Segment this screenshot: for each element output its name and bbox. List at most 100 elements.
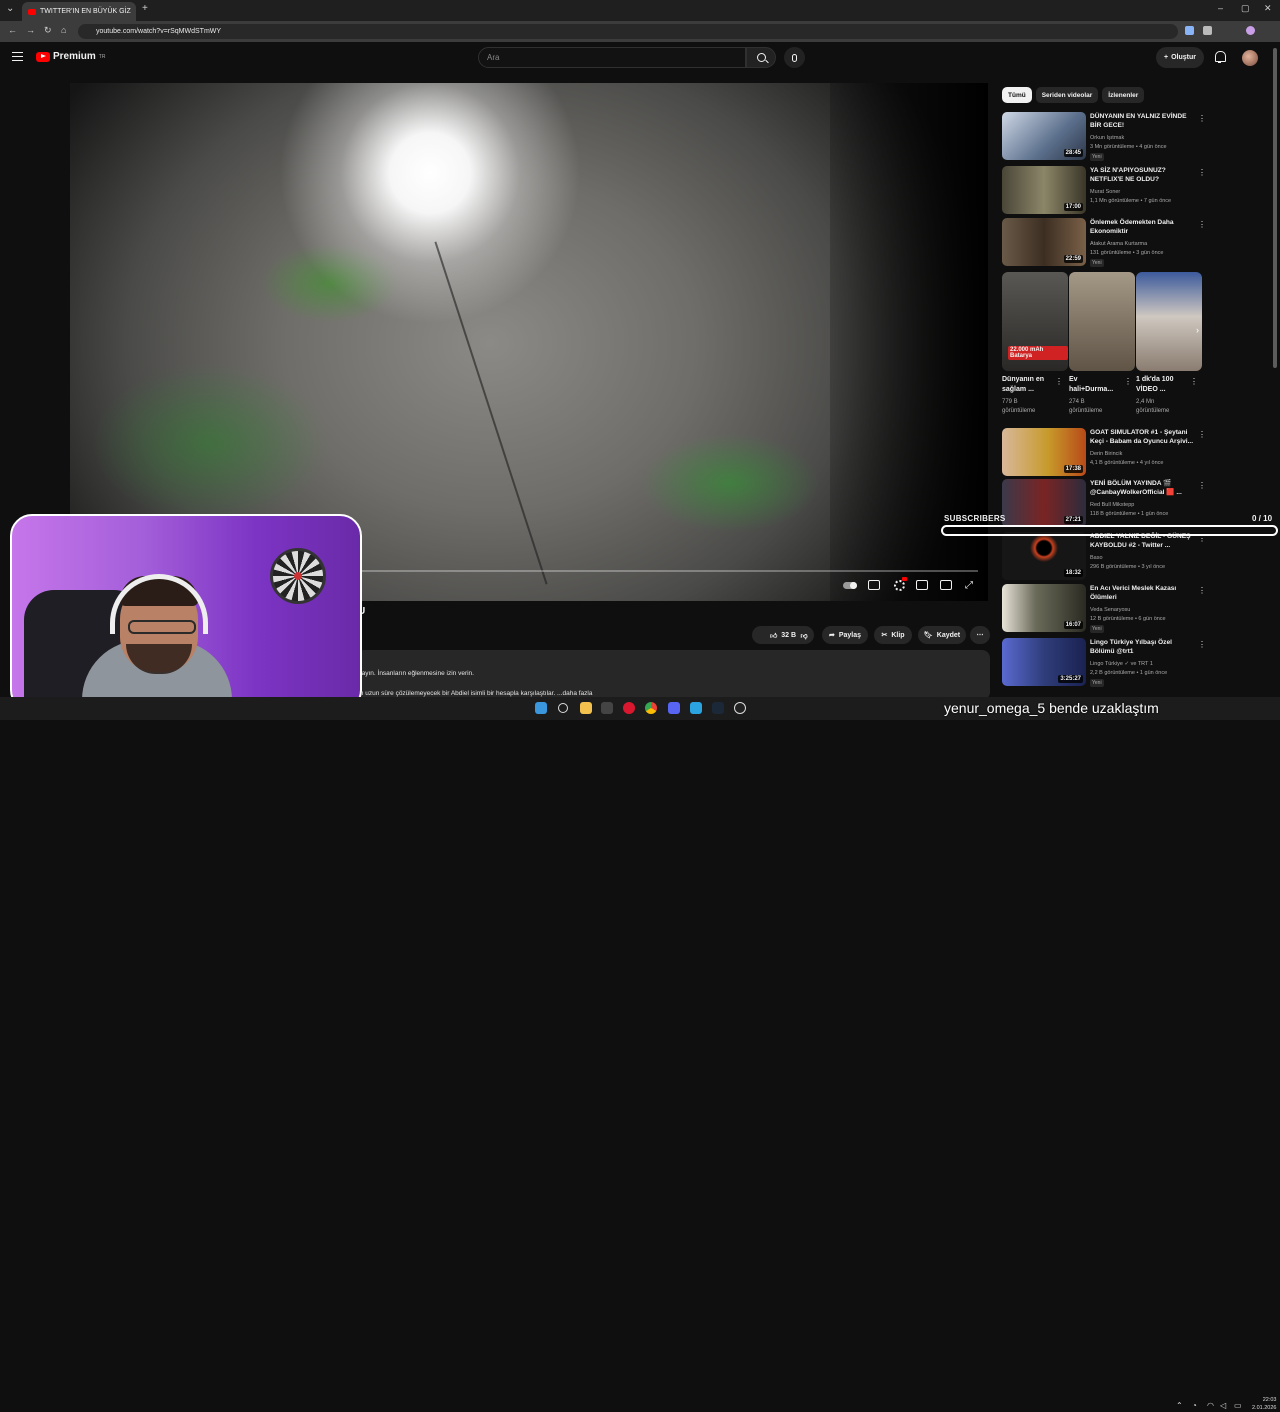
- battery-icon[interactable]: ▭: [1234, 1401, 1242, 1410]
- recommended-video[interactable]: 22:59 Önlemek Ödemekten Daha Ekonomiktir…: [1002, 218, 1212, 267]
- profile-icon[interactable]: [1246, 26, 1255, 35]
- video-progress-bar[interactable]: [360, 570, 978, 572]
- video-thumbnail[interactable]: 28:45: [1002, 112, 1086, 160]
- more-vertical-icon[interactable]: ⋮: [1198, 481, 1206, 490]
- more-vertical-icon[interactable]: ⋮: [1198, 586, 1206, 595]
- youtube-logo[interactable]: Premium TR: [36, 51, 105, 62]
- more-actions-button[interactable]: ⋯: [970, 626, 990, 644]
- video-thumbnail[interactable]: 18:32: [1002, 532, 1086, 580]
- wifi-icon[interactable]: ◠: [1207, 1401, 1214, 1410]
- tab-search-icon[interactable]: ⌄: [6, 3, 14, 14]
- recommended-video[interactable]: 16:07 En Acı Verici Meslek Kazası Ölümle…: [1002, 584, 1212, 633]
- subtitles-icon[interactable]: [868, 580, 880, 590]
- url-input[interactable]: youtube.com/watch?v=rSqMWdSTmWY: [78, 24, 1178, 39]
- video-title[interactable]: Lingo Türkiye Yılbaşı Özel Bölümü @trt1: [1090, 638, 1194, 656]
- more-vertical-icon[interactable]: ⋮: [1190, 377, 1198, 386]
- chevron-right-icon[interactable]: ›: [1196, 325, 1199, 335]
- video-thumbnail[interactable]: 3:25:27: [1002, 638, 1086, 686]
- chip-all[interactable]: Tümü: [1002, 87, 1032, 103]
- short-title[interactable]: Dünyanın en sağlam ...: [1002, 375, 1056, 395]
- recommended-video[interactable]: 27:21 YENİ BÖLÜM YAYINDA 🎬 @CanbayWolker…: [1002, 479, 1212, 527]
- maximize-icon[interactable]: ▢: [1241, 3, 1250, 14]
- short-title[interactable]: 1 dk'da 100 VİDEO ...: [1136, 375, 1190, 395]
- chip-watched[interactable]: İzlenenler: [1102, 87, 1145, 103]
- video-title[interactable]: DÜNYANIN EN YALNIZ EVİNDE BİR GECE!: [1090, 112, 1194, 130]
- avatar[interactable]: [1242, 50, 1258, 66]
- chevron-up-icon[interactable]: ⌃: [1176, 1401, 1183, 1410]
- back-icon[interactable]: ←: [8, 25, 17, 35]
- browser-tab[interactable]: TWITTER'IN EN BÜYÜK GİZ: [22, 2, 136, 21]
- video-description[interactable]: nayın. İnsanların eğlenmesine izin verin…: [356, 650, 990, 700]
- short-thumbnail[interactable]: [1136, 272, 1202, 371]
- cast-icon[interactable]: [940, 580, 952, 590]
- more-vertical-icon[interactable]: ⋮: [1124, 377, 1132, 386]
- video-thumbnail[interactable]: 17:00: [1002, 166, 1086, 214]
- miniplayer-icon[interactable]: [916, 580, 928, 590]
- recommended-video[interactable]: 17:00 YA SİZ N'APIYOSUNUZ? NETFLIX'E NE …: [1002, 166, 1212, 214]
- start-icon[interactable]: [535, 702, 547, 714]
- chip-series[interactable]: Seriden videolar: [1035, 87, 1099, 103]
- new-tab-icon[interactable]: +: [142, 3, 148, 14]
- channel-name[interactable]: Red Bull Mikstepp: [1090, 502, 1134, 508]
- channel-name[interactable]: Murat Soner: [1090, 189, 1120, 195]
- extension-icon[interactable]: [1203, 26, 1212, 35]
- steam-icon[interactable]: [712, 702, 724, 714]
- video-thumbnail[interactable]: 27:21: [1002, 479, 1086, 527]
- minimize-icon[interactable]: –: [1218, 3, 1223, 13]
- forward-icon[interactable]: →: [26, 25, 35, 35]
- notifications-bell-icon[interactable]: [1214, 51, 1226, 63]
- reload-icon[interactable]: ↻: [44, 25, 52, 36]
- close-window-icon[interactable]: ✕: [1264, 3, 1272, 14]
- dislike-button[interactable]: 👎︎: [794, 626, 814, 644]
- menu-icon[interactable]: [12, 52, 23, 61]
- video-title[interactable]: GOAT SIMULATOR #1 - Şeytani Keçi - Babam…: [1090, 428, 1194, 446]
- volume-icon[interactable]: ◁: [1220, 1401, 1226, 1410]
- search-button[interactable]: [746, 47, 776, 68]
- channel-name[interactable]: Baso: [1090, 555, 1103, 561]
- obs-icon[interactable]: [734, 702, 746, 714]
- short-title[interactable]: Ev hali+Durma...: [1069, 375, 1123, 395]
- clip-button[interactable]: ✂ Klip: [874, 626, 912, 644]
- more-vertical-icon[interactable]: ⋮: [1198, 114, 1206, 123]
- more-vertical-icon[interactable]: ⋮: [1198, 430, 1206, 439]
- save-button[interactable]: 🔖︎ Kaydet: [918, 626, 966, 644]
- more-vertical-icon[interactable]: ⋮: [1198, 168, 1206, 177]
- video-thumbnail[interactable]: 22:59: [1002, 218, 1086, 266]
- telegram-icon[interactable]: [690, 702, 702, 714]
- more-vertical-icon[interactable]: ⋮: [1055, 377, 1063, 386]
- create-button[interactable]: + Oluştur: [1156, 47, 1204, 68]
- home-icon[interactable]: ⌂: [61, 25, 66, 35]
- short-thumbnail[interactable]: [1069, 272, 1135, 371]
- app-icon[interactable]: [601, 702, 613, 714]
- voice-search-button[interactable]: [784, 47, 805, 68]
- search-input[interactable]: Ara: [478, 47, 746, 68]
- search-icon[interactable]: [558, 703, 568, 713]
- system-clock[interactable]: 22:03 2.01.2026: [1252, 1396, 1276, 1412]
- video-title[interactable]: Önlemek Ödemekten Daha Ekonomiktir: [1090, 218, 1194, 236]
- recommended-video[interactable]: 17:38 GOAT SIMULATOR #1 - Şeytani Keçi -…: [1002, 428, 1212, 476]
- channel-name[interactable]: Orkun Işıtmak: [1090, 135, 1124, 141]
- network-icon[interactable]: ◔: [1192, 1401, 1197, 1410]
- page-scrollbar[interactable]: [1273, 48, 1277, 368]
- share-button[interactable]: ➦ Paylaş: [822, 626, 868, 644]
- settings-gear-icon[interactable]: [894, 580, 905, 591]
- more-vertical-icon[interactable]: ⋮: [1198, 640, 1206, 649]
- video-title[interactable]: YENİ BÖLÜM YAYINDA 🎬 @CanbayWolkerOffici…: [1090, 479, 1194, 497]
- autoplay-toggle[interactable]: [843, 582, 857, 589]
- short-thumbnail[interactable]: 22.000 mAh Batarya: [1002, 272, 1068, 371]
- video-title[interactable]: En Acı Verici Meslek Kazası Ölümleri: [1090, 584, 1194, 602]
- extension-icon[interactable]: [1185, 26, 1194, 35]
- more-vertical-icon[interactable]: ⋮: [1198, 220, 1206, 229]
- file-explorer-icon[interactable]: [580, 702, 592, 714]
- video-thumbnail[interactable]: 17:38: [1002, 428, 1086, 476]
- discord-icon[interactable]: [668, 702, 680, 714]
- channel-name[interactable]: Atakut Arama Kurtarma: [1090, 241, 1147, 247]
- video-title[interactable]: YA SİZ N'APIYOSUNUZ? NETFLIX'E NE OLDU?: [1090, 166, 1194, 184]
- video-thumbnail[interactable]: 16:07: [1002, 584, 1086, 632]
- fullscreen-icon[interactable]: ⤢: [965, 580, 973, 591]
- channel-name[interactable]: Derin Birincik: [1090, 451, 1122, 457]
- opera-icon[interactable]: [623, 702, 635, 714]
- recommended-video[interactable]: 18:32 ABDIEL YALNIZ DEĞİL - GÜNEŞ KAYBOL…: [1002, 532, 1212, 580]
- channel-name[interactable]: Veda Senaryosu: [1090, 607, 1130, 613]
- channel-name[interactable]: Lingo Türkiye ✓ ve TRT 1: [1090, 661, 1153, 667]
